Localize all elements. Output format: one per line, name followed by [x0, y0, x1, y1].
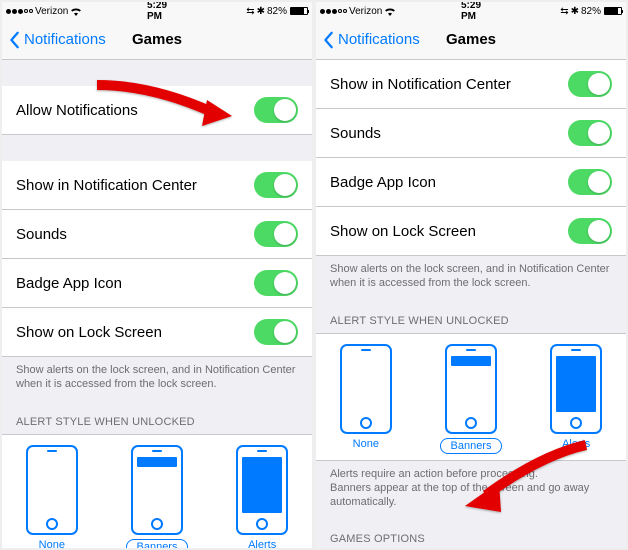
- alert-style-none[interactable]: None: [26, 445, 78, 548]
- show-in-center-cell[interactable]: Show in Notification Center: [316, 60, 626, 109]
- sounds-cell[interactable]: Sounds: [316, 109, 626, 158]
- alert-style-header: ALERT STYLE WHEN UNLOCKED: [316, 301, 626, 333]
- cell-label: Show on Lock Screen: [16, 324, 162, 341]
- back-label: Notifications: [338, 31, 420, 48]
- phone-left: Verizon 5:29 PM ⇆ ✱ 82% Notifications Ga…: [2, 2, 312, 548]
- cell-label: Show in Notification Center: [16, 177, 197, 194]
- lockscreen-toggle[interactable]: [568, 218, 612, 244]
- cell-label: Show on Lock Screen: [330, 223, 476, 240]
- battery-icon: [290, 7, 308, 15]
- cell-label: Allow Notifications: [16, 102, 138, 119]
- status-bar: Verizon 5:29 PM ⇆ ✱ 82%: [316, 2, 626, 20]
- page-title: Games: [132, 31, 182, 48]
- footer-note: Show alerts on the lock screen, and in N…: [2, 357, 312, 402]
- cell-label: Sounds: [330, 125, 381, 142]
- status-bar: Verizon 5:29 PM ⇆ ✱ 82%: [2, 2, 312, 20]
- alert-style-alerts[interactable]: Alerts: [236, 445, 288, 548]
- alert-style-header: ALERT STYLE WHEN UNLOCKED: [2, 402, 312, 434]
- carrier: Verizon: [349, 6, 382, 17]
- bluetooth-icon: ✱: [257, 6, 265, 17]
- show-in-center-cell[interactable]: Show in Notification Center: [2, 161, 312, 210]
- badge-cell[interactable]: Badge App Icon: [316, 158, 626, 207]
- alert-style-banners[interactable]: Banners: [440, 344, 503, 454]
- games-options-header: GAMES OPTIONS: [316, 519, 626, 548]
- carrier: Verizon: [35, 6, 68, 17]
- nav-bar: Notifications Games: [2, 20, 312, 60]
- alert-style-alerts[interactable]: Alerts: [550, 344, 602, 454]
- wifi-icon: [70, 7, 82, 16]
- phone-right: Verizon 5:29 PM ⇆ ✱ 82% Notifications Ga…: [316, 2, 626, 548]
- lockscreen-cell[interactable]: Show on Lock Screen: [316, 207, 626, 256]
- alarm-icon: ⇆: [560, 6, 568, 17]
- footer-note-2: Alerts require an action before proceedi…: [316, 461, 626, 520]
- clock: 5:29 PM: [461, 2, 481, 22]
- content: Show in Notification Center Sounds Badge…: [316, 60, 626, 548]
- content: Allow Notifications Show in Notification…: [2, 60, 312, 548]
- alert-style-none[interactable]: None: [340, 344, 392, 454]
- cell-label: Sounds: [16, 226, 67, 243]
- footer-note: Show alerts on the lock screen, and in N…: [316, 256, 626, 301]
- sounds-cell[interactable]: Sounds: [2, 210, 312, 259]
- clock: 5:29 PM: [147, 2, 167, 22]
- sounds-toggle[interactable]: [254, 221, 298, 247]
- page-title: Games: [446, 31, 496, 48]
- cell-label: Badge App Icon: [330, 174, 436, 191]
- battery-pct: 82%: [267, 6, 287, 17]
- show-center-toggle[interactable]: [568, 71, 612, 97]
- signal-icon: [320, 9, 347, 14]
- bluetooth-icon: ✱: [571, 6, 579, 17]
- cell-label: Show in Notification Center: [330, 76, 511, 93]
- back-button[interactable]: Notifications: [8, 31, 106, 49]
- battery-icon: [604, 7, 622, 15]
- alert-style-picker[interactable]: None Banners Alerts: [2, 434, 312, 548]
- badge-toggle[interactable]: [568, 169, 612, 195]
- sounds-toggle[interactable]: [568, 120, 612, 146]
- badge-cell[interactable]: Badge App Icon: [2, 259, 312, 308]
- badge-toggle[interactable]: [254, 270, 298, 296]
- signal-icon: [6, 9, 33, 14]
- back-label: Notifications: [24, 31, 106, 48]
- allow-toggle[interactable]: [254, 97, 298, 123]
- lockscreen-toggle[interactable]: [254, 319, 298, 345]
- alert-style-banners[interactable]: Banners: [126, 445, 189, 548]
- battery-pct: 82%: [581, 6, 601, 17]
- wifi-icon: [384, 7, 396, 16]
- allow-notifications-cell[interactable]: Allow Notifications: [2, 86, 312, 135]
- cell-label: Badge App Icon: [16, 275, 122, 292]
- back-button[interactable]: Notifications: [322, 31, 420, 49]
- alarm-icon: ⇆: [246, 6, 254, 17]
- lockscreen-cell[interactable]: Show on Lock Screen: [2, 308, 312, 357]
- show-center-toggle[interactable]: [254, 172, 298, 198]
- alert-style-picker[interactable]: None Banners Alerts: [316, 333, 626, 461]
- nav-bar: Notifications Games: [316, 20, 626, 60]
